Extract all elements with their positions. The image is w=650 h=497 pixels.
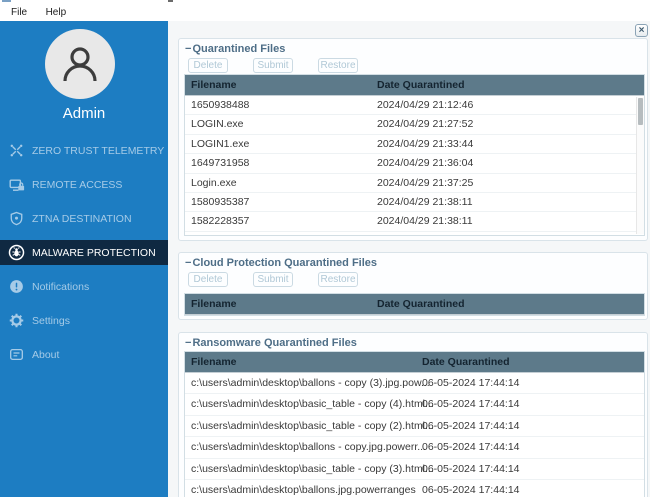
cell-date-quarantined: 06-05-2024 17:44:14 (422, 480, 520, 497)
cell-date-quarantined: 2024/04/29 21:37:25 (377, 174, 473, 193)
cell-filename: c:\users\admin\desktop\basic_table - cop… (185, 394, 644, 415)
restore-button[interactable]: Restore (318, 272, 358, 287)
restore-button[interactable]: Restore (318, 58, 358, 73)
cell-date-quarantined: 2024/04/29 21:33:44 (377, 135, 473, 154)
avatar (45, 29, 115, 99)
table-row[interactable]: c:\users\admin\desktop\basic_table - cop… (185, 459, 644, 480)
section-toolbar: Delete Submit Restore (188, 272, 358, 287)
collapse-icon[interactable]: − (185, 337, 191, 349)
table-row[interactable]: Login.exe2024/04/29 21:37:25 (185, 174, 644, 193)
table-row[interactable]: c:\users\admin\desktop\basic_table - cop… (185, 416, 644, 437)
menu-help[interactable]: Help (43, 6, 70, 19)
files-table: Filename Date Quarantined16509384882024/0… (184, 74, 645, 236)
cell-filename: c:\users\admin\desktop\basic_table - cop… (185, 416, 644, 437)
cell-date-quarantined: 06-05-2024 17:44:14 (422, 416, 520, 437)
sidebar-item-label: Settings (32, 315, 70, 327)
menubar: File Help (0, 2, 650, 21)
table-header: Filename Date Quarantined (185, 352, 644, 373)
table-header: Filename Date Quarantined (185, 294, 644, 315)
sidebar-item-remote-access[interactable]: REMOTE ACCESS (0, 172, 168, 197)
table-header: Filename Date Quarantined (185, 75, 644, 96)
table-row[interactable]: c:\users\admin\desktop\basic_table - cop… (185, 394, 644, 415)
quarantined-files-panel: −Quarantined FilesDeleteSubmitRestoreFil… (178, 38, 648, 241)
sidebar-nav: ZERO TRUST TELEMETRY REMOTE ACCESS ZTNA DE… (0, 138, 168, 376)
user-icon (58, 42, 102, 86)
gear-icon (8, 313, 25, 328)
sidebar-item-ztna-destination[interactable]: ZTNA DESTINATION (0, 206, 168, 231)
sidebar-item-label: About (32, 349, 59, 361)
cloud-protection-quarantined-files-panel: −Cloud Protection Quarantined Files Delet… (178, 252, 648, 320)
table-row[interactable]: c:\users\admin\desktop\ballons.jpg.power… (185, 480, 644, 497)
table-row[interactable]: 15809353872024/04/29 21:38:11 (185, 193, 644, 212)
table-row[interactable]: LOGIN.exe2024/04/29 21:27:52 (185, 115, 644, 134)
scrollbar[interactable] (636, 97, 644, 234)
cell-filename: c:\users\admin\desktop\ballons - copy.jp… (185, 437, 644, 458)
column-filename: Filename (185, 298, 237, 310)
sidebar-item-label: REMOTE ACCESS (32, 179, 122, 191)
cell-date-quarantined: 06-05-2024 17:44:14 (422, 459, 520, 480)
table-row[interactable]: 15822283572024/04/29 21:38:11 (185, 212, 644, 231)
cell-date-quarantined: 2024/04/29 21:38:11 (377, 193, 473, 212)
column-date-quarantined: Date Quarantined (422, 352, 510, 373)
cell-date-quarantined: 2024/04/29 21:38:11 (377, 212, 473, 231)
sidebar-item-malware-protection[interactable]: MALWARE PROTECTION (0, 240, 168, 265)
app-window: File Help Admin ZERO TRUST TELEMETRY REMO… (0, 0, 650, 497)
sidebar-item-label: ZTNA DESTINATION (32, 213, 132, 225)
files-table: Filename Date Quarantined (184, 293, 645, 316)
sidebar-item-label: MALWARE PROTECTION (32, 247, 156, 259)
cell-date-quarantined: 06-05-2024 17:44:14 (422, 373, 520, 394)
sidebar: Admin ZERO TRUST TELEMETRYREMOTE ACCESSZ… (0, 21, 168, 497)
column-filename: Filename (185, 79, 237, 91)
collapse-icon[interactable]: − (185, 43, 191, 55)
cell-filename: c:\users\admin\desktop\ballons.jpg.power… (185, 480, 644, 497)
files-table: FilenameDate Quarantinedc:\users\admin\d… (184, 351, 645, 497)
table-row[interactable]: c:\users\admin\desktop\ballons - copy (3… (185, 373, 644, 394)
info-icon (8, 347, 25, 362)
section-title: −Quarantined Files (185, 43, 285, 55)
table-row[interactable]: c:\users\admin\desktop\ballons - copy.jp… (185, 437, 644, 458)
sidebar-item-label: Notifications (32, 281, 89, 293)
sidebar-item-label: ZERO TRUST TELEMETRY (32, 145, 164, 157)
cell-date-quarantined: 2024/04/29 21:36:04 (377, 154, 473, 173)
cell-filename: c:\users\admin\desktop\ballons - copy (3… (185, 373, 644, 394)
menu-file[interactable]: File (8, 6, 30, 19)
username: Admin (0, 105, 168, 122)
sidebar-item-about[interactable]: About (0, 342, 168, 367)
shield-icon (8, 211, 25, 226)
cell-filename: c:\users\admin\desktop\basic_table - cop… (185, 459, 644, 480)
table-row[interactable]: LOGIN1.exe2024/04/29 21:33:44 (185, 135, 644, 154)
section-toolbar: Delete Submit Restore (188, 58, 358, 73)
cell-date-quarantined: 06-05-2024 17:44:14 (422, 394, 520, 415)
close-icon[interactable]: × (635, 24, 648, 37)
remote-access-icon (8, 177, 25, 193)
collapse-icon[interactable]: − (185, 257, 191, 269)
table-row[interactable]: 16509384882024/04/29 21:12:46 (185, 96, 644, 115)
column-date-quarantined: Date Quarantined (377, 75, 465, 96)
sidebar-item-settings[interactable]: Settings (0, 308, 168, 333)
cell-date-quarantined: 2024/04/29 21:27:52 (377, 115, 473, 134)
section-title: −Ransomware Quarantined Files (185, 337, 357, 349)
delete-button[interactable]: Delete (188, 58, 228, 73)
table-row[interactable]: 16497319582024/04/29 21:36:04 (185, 154, 644, 173)
section-title: −Cloud Protection Quarantined Files (185, 257, 377, 269)
cell-date-quarantined: 2024/04/29 21:12:46 (377, 96, 473, 115)
column-filename: Filename (185, 356, 237, 368)
telemetry-icon (8, 143, 25, 158)
submit-button[interactable]: Submit (253, 58, 293, 73)
delete-button[interactable]: Delete (188, 272, 228, 287)
scrollbar-thumb[interactable] (638, 98, 643, 125)
column-date-quarantined: Date Quarantined (377, 294, 465, 315)
sidebar-item-zero-trust-telemetry[interactable]: ZERO TRUST TELEMETRY (0, 138, 168, 163)
submit-button[interactable]: Submit (253, 272, 293, 287)
sidebar-item-notifications[interactable]: Notifications (0, 274, 168, 299)
ransomware-quarantined-files-panel: −Ransomware Quarantined Files Filename Dat… (178, 332, 648, 497)
bug-icon (8, 244, 25, 261)
cell-date-quarantined: 06-05-2024 17:44:14 (422, 437, 520, 458)
notification-icon (8, 279, 25, 294)
